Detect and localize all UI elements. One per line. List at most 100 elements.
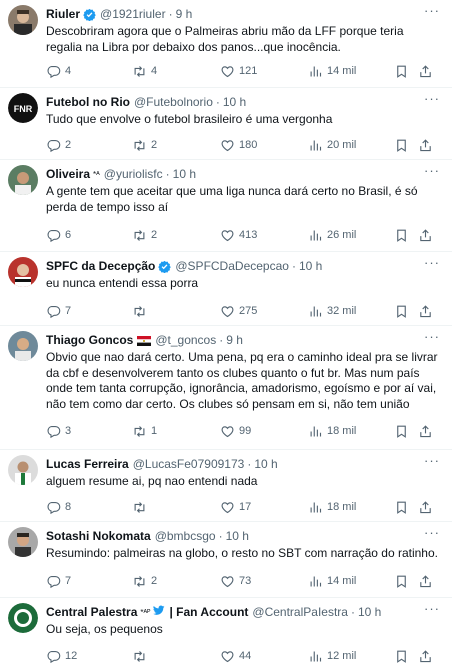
avatar[interactable] (8, 5, 38, 35)
more-icon[interactable]: ··· (424, 329, 440, 344)
reply-button[interactable]: 7 (46, 573, 71, 589)
retweet-button[interactable] (132, 648, 151, 664)
timestamp[interactable]: 10 h (173, 167, 196, 182)
share-button[interactable] (418, 63, 437, 79)
bookmark-button[interactable] (394, 499, 413, 515)
avatar[interactable] (8, 603, 38, 633)
more-icon[interactable]: ··· (424, 163, 440, 178)
display-name[interactable]: SPFC da Decepção (46, 259, 155, 274)
display-name[interactable]: Futebol no Rio (46, 95, 130, 110)
tweet[interactable]: Central Palestra *ᴬᴾ | Fan Account @Cent… (0, 598, 452, 670)
timestamp[interactable]: 10 h (358, 605, 381, 620)
reply-button[interactable]: 2 (46, 137, 71, 153)
like-button[interactable]: 99 (220, 423, 251, 439)
more-icon[interactable]: ··· (424, 601, 440, 616)
user-handle[interactable]: @t_goncos (155, 333, 216, 348)
tweet[interactable]: Sotashi Nokomata @bmbcsgo · 10 h ··· Res… (0, 522, 452, 598)
retweet-count: 2 (151, 229, 158, 241)
display-name[interactable]: Sotashi Nokomata (46, 529, 151, 544)
bookmark-button[interactable] (394, 303, 413, 319)
reply-button[interactable]: 3 (46, 423, 71, 439)
avatar[interactable] (8, 165, 38, 195)
bookmark-button[interactable] (394, 648, 413, 664)
views-button[interactable]: 14 mil (308, 573, 356, 589)
bookmark-button[interactable] (394, 63, 413, 79)
tweet-text: Descobriram agora que o Palmeiras abriu … (46, 24, 404, 54)
like-button[interactable]: 44 (220, 648, 251, 664)
user-handle[interactable]: @LucasFe07909173 (133, 457, 245, 472)
more-icon[interactable]: ··· (424, 453, 440, 468)
views-button[interactable]: 18 mil (308, 499, 356, 515)
display-name[interactable]: Thiago Goncos (46, 333, 133, 348)
bookmark-icon (397, 65, 406, 78)
like-button[interactable]: 121 (220, 63, 257, 79)
more-icon[interactable]: ··· (424, 255, 440, 270)
reply-button[interactable]: 4 (46, 63, 71, 79)
like-button[interactable]: 180 (220, 137, 257, 153)
reply-button[interactable]: 12 (46, 648, 77, 664)
reply-count: 4 (65, 65, 72, 77)
timestamp[interactable]: 9 h (176, 7, 193, 22)
user-handle[interactable]: @CentralPaIestra (252, 605, 348, 620)
views-button[interactable]: 12 mil (308, 648, 356, 664)
views-button[interactable]: 18 mil (308, 423, 356, 439)
reply-button[interactable]: 8 (46, 499, 71, 515)
avatar[interactable] (8, 257, 38, 287)
tweet[interactable]: Oliveira *ᴬ @yuriolisfc · 10 h ··· A gen… (0, 160, 452, 252)
like-button[interactable]: 17 (220, 499, 251, 515)
user-handle[interactable]: @1921riuler (100, 7, 166, 22)
more-icon[interactable]: ··· (424, 91, 440, 106)
avatar[interactable] (8, 527, 38, 557)
share-button[interactable] (418, 423, 437, 439)
share-button[interactable] (418, 303, 437, 319)
retweet-button[interactable]: 2 (132, 137, 157, 153)
retweet-button[interactable] (132, 303, 151, 319)
retweet-button[interactable]: 2 (132, 227, 157, 243)
display-name[interactable]: Oliveira (46, 167, 90, 182)
timestamp[interactable]: 10 h (223, 95, 246, 110)
timestamp[interactable]: 9 h (226, 333, 243, 348)
bookmark-button[interactable] (394, 573, 413, 589)
like-button[interactable]: 73 (220, 573, 251, 589)
retweet-button[interactable] (132, 499, 151, 515)
user-handle[interactable]: @Futebolnorio (134, 95, 213, 110)
retweet-button[interactable]: 1 (132, 423, 157, 439)
timestamp[interactable]: 10 h (254, 457, 277, 472)
bookmark-button[interactable] (394, 423, 413, 439)
share-button[interactable] (418, 227, 437, 243)
tweet[interactable]: Riuler @1921riuler · 9 h ··· Descobriram… (0, 0, 452, 88)
tweet[interactable]: FNR Futebol no Rio @Futebolnorio · 10 h … (0, 88, 452, 160)
views-button[interactable]: 14 mil (308, 63, 356, 79)
avatar[interactable]: FNR (8, 93, 38, 123)
retweet-button[interactable]: 2 (132, 573, 157, 589)
bookmark-button[interactable] (394, 137, 413, 153)
user-handle[interactable]: @SPFCDaDecepcao (175, 259, 289, 274)
views-button[interactable]: 20 mil (308, 137, 356, 153)
retweet-button[interactable]: 4 (132, 63, 157, 79)
share-button[interactable] (418, 499, 437, 515)
user-handle[interactable]: @bmbcsgo (155, 529, 216, 544)
timestamp[interactable]: 10 h (299, 259, 322, 274)
tweet[interactable]: SPFC da Decepção @SPFCDaDecepcao · 10 h … (0, 252, 452, 326)
views-button[interactable]: 26 mil (308, 227, 356, 243)
reply-button[interactable]: 7 (46, 303, 71, 319)
share-button[interactable] (418, 648, 437, 664)
timestamp[interactable]: 10 h (226, 529, 249, 544)
user-handle[interactable]: @yuriolisfc (104, 167, 163, 182)
display-name[interactable]: Central Palestra (46, 605, 137, 620)
avatar[interactable] (8, 331, 38, 361)
tweet[interactable]: Lucas Ferreira @LucasFe07909173 · 10 h ·… (0, 450, 452, 522)
views-button[interactable]: 32 mil (308, 303, 356, 319)
like-button[interactable]: 275 (220, 303, 257, 319)
share-button[interactable] (418, 137, 437, 153)
reply-button[interactable]: 6 (46, 227, 71, 243)
more-icon[interactable]: ··· (424, 3, 440, 18)
like-button[interactable]: 413 (220, 227, 257, 243)
more-icon[interactable]: ··· (424, 525, 440, 540)
display-name[interactable]: Riuler (46, 7, 80, 22)
display-name[interactable]: Lucas Ferreira (46, 457, 129, 472)
avatar[interactable] (8, 455, 38, 485)
tweet[interactable]: Thiago Goncos @t_goncos · 9 h ··· Obvio … (0, 326, 452, 450)
bookmark-button[interactable] (394, 227, 413, 243)
share-button[interactable] (418, 573, 437, 589)
